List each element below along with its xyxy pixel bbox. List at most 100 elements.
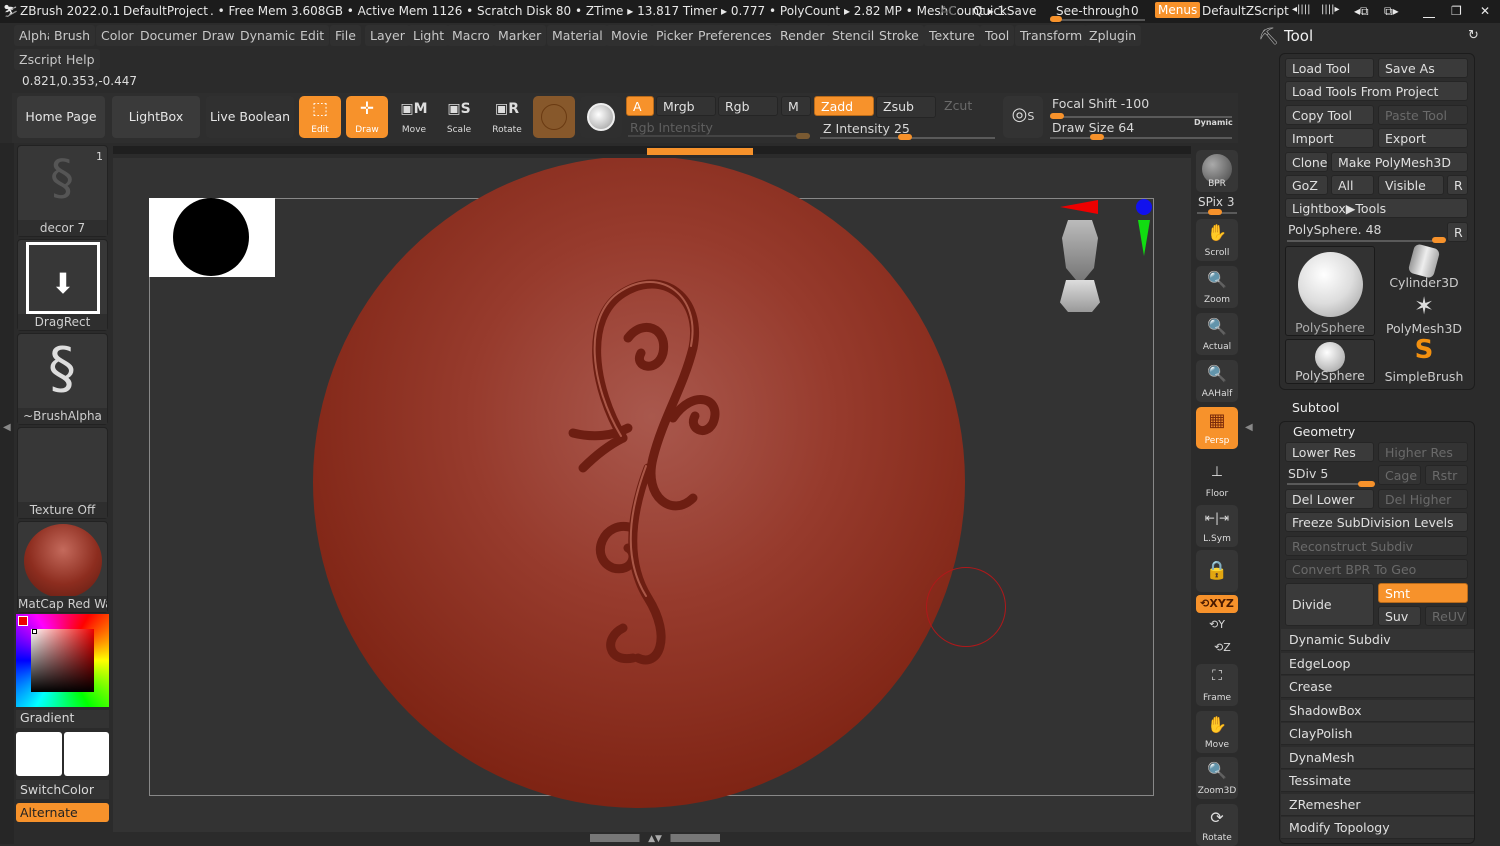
menu-macro[interactable]: Macro — [447, 25, 495, 46]
save-as-button[interactable]: Save As — [1378, 58, 1468, 78]
zoom3d-button[interactable]: 🔍 Zoom3D — [1196, 757, 1238, 799]
scale-mode-button[interactable]: ▣S Scale — [438, 96, 480, 138]
rgb-intensity-knob[interactable] — [796, 133, 810, 139]
menu-tool[interactable]: Tool — [980, 25, 1015, 46]
lightbox-button[interactable]: LightBox — [112, 96, 200, 138]
dynamic-toggle[interactable]: Dynamic — [1194, 118, 1233, 127]
freeze-subdivision-button[interactable]: Freeze SubDivision Levels — [1285, 512, 1468, 532]
mrgb-toggle[interactable]: Mrgb — [656, 96, 716, 116]
menu-help[interactable]: Help — [61, 49, 100, 70]
live-boolean-button[interactable]: Live Boolean — [206, 96, 294, 138]
edit-mode-button[interactable]: ⬚ Edit — [299, 96, 341, 138]
zsub-toggle[interactable]: Zsub — [876, 96, 936, 118]
smt-toggle[interactable]: Smt — [1378, 583, 1468, 603]
aahalf-button[interactable]: 🔍 AAHalf — [1196, 360, 1238, 402]
default-zscript[interactable]: DefaultZScript — [1202, 4, 1289, 18]
a-toggle[interactable]: A — [626, 96, 654, 116]
z-intensity-knob[interactable] — [898, 134, 912, 140]
menu-preferences[interactable]: Preferences — [693, 25, 777, 46]
reconstruct-subdiv-button[interactable]: Reconstruct Subdiv — [1285, 536, 1468, 556]
persp-button[interactable]: ▦ Persp — [1196, 407, 1238, 449]
tool-thumb-polysphere[interactable]: PolySphere — [1285, 246, 1375, 336]
menu-stencil[interactable]: Stencil — [827, 25, 880, 46]
texture-selector[interactable]: Texture Off — [17, 427, 108, 519]
section-shadowbox[interactable]: ShadowBox — [1281, 699, 1474, 722]
menu-texture[interactable]: Texture — [924, 25, 980, 46]
rotate-view-button[interactable]: ⟳ Rotate — [1196, 804, 1238, 846]
left-tray-toggle-icon[interactable]: ◀ — [3, 422, 11, 433]
lower-res-button[interactable]: Lower Res — [1285, 442, 1374, 462]
menu-picker[interactable]: Picker — [651, 25, 699, 46]
geometry-section[interactable]: Geometry — [1293, 424, 1355, 439]
switch-color-button[interactable]: SwitchColor — [16, 780, 109, 799]
bpr-button[interactable]: BPR — [1196, 150, 1238, 192]
rstr-button[interactable]: Rstr — [1425, 465, 1468, 485]
xyz-rotate-button[interactable]: ⟲XYZ — [1196, 595, 1238, 613]
divide-button[interactable]: Divide — [1285, 583, 1374, 626]
menu-movie[interactable]: Movie — [606, 25, 653, 46]
bottom-tray-toggle[interactable]: ▲▼ — [590, 834, 720, 844]
section-dynamesh[interactable]: DynaMesh — [1281, 746, 1474, 769]
goz-r-button[interactable]: R — [1447, 175, 1468, 195]
section-claypolish[interactable]: ClayPolish — [1281, 723, 1474, 745]
minimize-icon[interactable]: ⎽ — [1423, 4, 1435, 19]
home-page-button[interactable]: Home Page — [17, 96, 105, 138]
move-view-button[interactable]: ✋ Move — [1196, 711, 1238, 753]
brush-selector[interactable]: 1 § decor 7 — [17, 145, 108, 237]
close-icon[interactable]: ✕ — [1480, 4, 1490, 18]
material-selector[interactable]: MatCap Red Wax — [17, 521, 108, 613]
menu-material[interactable]: Material — [547, 25, 608, 46]
head-navigator[interactable] — [1059, 220, 1101, 320]
load-tool-button[interactable]: Load Tool — [1285, 58, 1374, 78]
del-lower-button[interactable]: Del Lower — [1285, 489, 1374, 509]
main-color-swatch[interactable] — [16, 732, 62, 776]
lock-camera-button[interactable]: 🔒 — [1196, 550, 1238, 592]
draw-size-slider[interactable] — [1050, 137, 1232, 139]
actual-button[interactable]: 🔍 Actual — [1196, 313, 1238, 355]
section-modify-topology[interactable]: Modify Topology — [1281, 817, 1474, 839]
copy-tool-button[interactable]: Copy Tool — [1285, 105, 1374, 125]
draw-mode-button[interactable]: ✛ Draw — [346, 96, 388, 138]
tool-r-button[interactable]: R — [1447, 222, 1468, 242]
floor-button[interactable]: ⊥ Floor — [1196, 460, 1238, 502]
lsym-button[interactable]: ⇤|⇥ L.Sym — [1196, 505, 1238, 547]
goz-all-button[interactable]: All — [1331, 175, 1374, 195]
alternate-button[interactable]: Alternate — [16, 803, 109, 822]
import-button[interactable]: Import — [1285, 128, 1374, 148]
higher-res-button[interactable]: Higher Res — [1378, 442, 1468, 462]
sdiv-knob[interactable] — [1358, 481, 1375, 487]
y-rotate-button[interactable]: ⟲Y — [1209, 618, 1225, 631]
menu-stroke[interactable]: Stroke — [874, 25, 924, 46]
zcut-toggle[interactable]: Zcut — [938, 96, 988, 116]
scroll-button[interactable]: ✋ Scroll — [1196, 219, 1238, 261]
frame-button[interactable]: ⛶ Frame — [1196, 664, 1238, 706]
lightbox-tools-button[interactable]: Lightbox▶Tools — [1285, 198, 1468, 218]
menu-render[interactable]: Render — [775, 25, 830, 46]
menu-zscript[interactable]: Zscript — [14, 49, 68, 70]
rgb-intensity-slider[interactable] — [628, 135, 810, 137]
next-layout-icon[interactable]: ||||▸ — [1321, 4, 1340, 15]
restore-icon[interactable]: ❐ — [1451, 4, 1462, 18]
tool-thumb-polymesh3d[interactable]: ✶ PolyMesh3D — [1379, 292, 1469, 336]
right-tray-toggle-icon[interactable]: ◀ — [1245, 422, 1253, 433]
tool-thumb-cylinder3d[interactable]: Cylinder3D — [1379, 243, 1469, 290]
menu-edit[interactable]: Edit — [295, 25, 330, 46]
subtool-section[interactable]: Subtool — [1292, 400, 1339, 415]
menus-toggle[interactable]: Menus — [1155, 2, 1201, 18]
lazy-mouse-button[interactable]: ◎S — [1003, 96, 1043, 138]
draw-size-knob[interactable] — [1090, 134, 1104, 140]
prev-layout-icon[interactable]: ◂|||| — [1292, 4, 1311, 15]
clone-button[interactable]: Clone — [1285, 152, 1328, 172]
zadd-toggle[interactable]: Zadd — [814, 96, 874, 116]
quicksave-button[interactable]: QuickSave — [973, 4, 1036, 18]
secondary-color-swatch[interactable] — [64, 732, 109, 776]
menu-transform[interactable]: Transform — [1015, 25, 1088, 46]
reset-icon[interactable]: ↻ — [1468, 28, 1479, 43]
hue-marker[interactable] — [18, 616, 28, 626]
zoom-button[interactable]: 🔍 Zoom — [1196, 266, 1238, 308]
menu-file[interactable]: File — [330, 25, 361, 46]
timeline-marker[interactable] — [647, 148, 753, 155]
alpha-selector[interactable]: § ~BrushAlpha — [17, 333, 108, 425]
z-rotate-button[interactable]: ⟲Z — [1214, 641, 1231, 654]
tool-thumb-polysphere-2[interactable]: PolySphere — [1285, 339, 1375, 384]
